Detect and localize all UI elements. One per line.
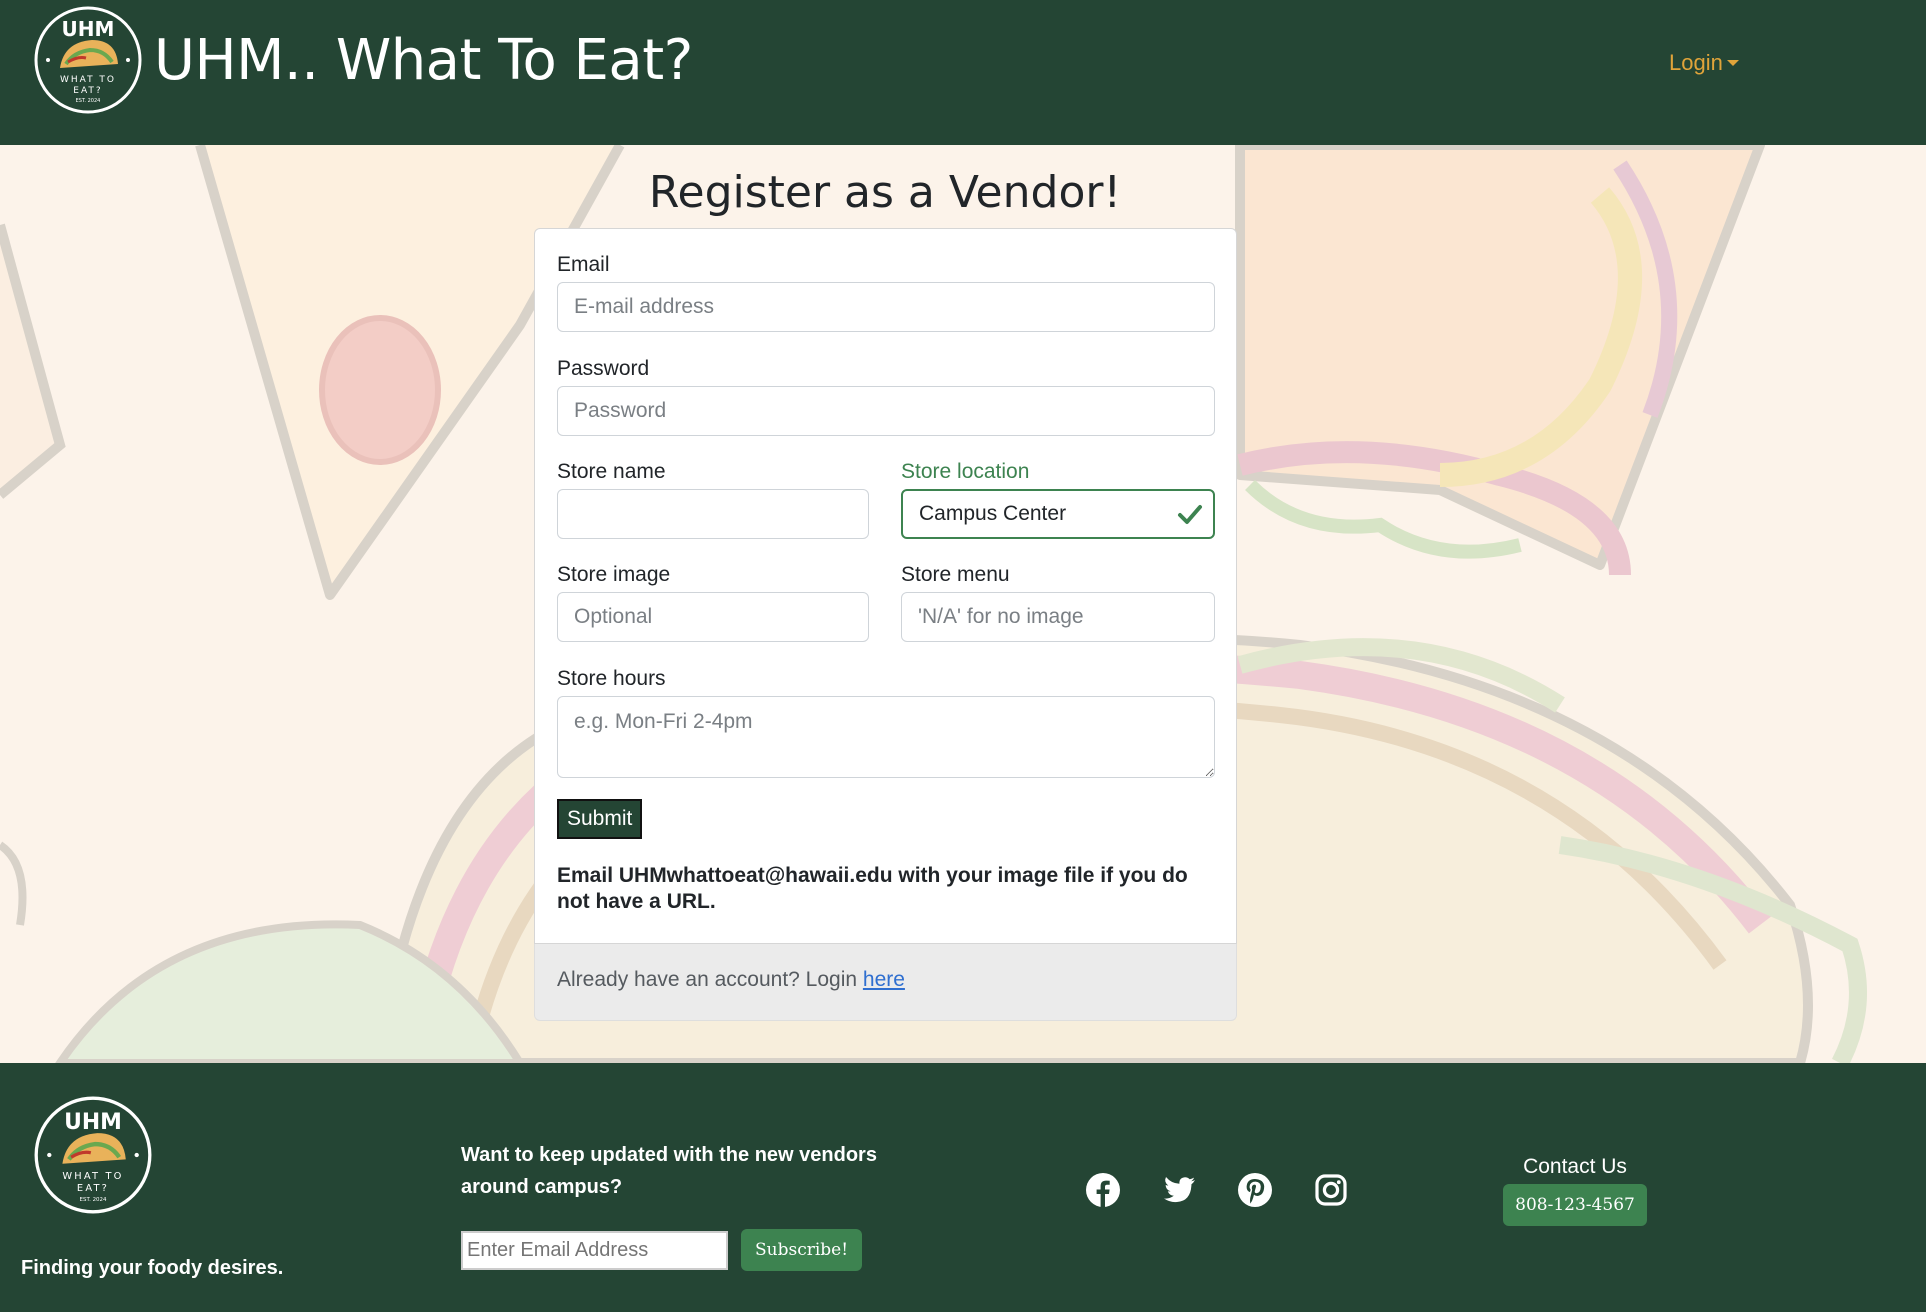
subscribe-button[interactable]: Subscribe! [741,1229,863,1271]
newsletter-email-input[interactable] [461,1231,728,1270]
main-content: Register as a Vendor! Email Password Sto… [0,145,1926,1063]
password-label: Password [557,357,650,380]
newsletter-prompt: Want to keep updated with the new vendor… [461,1144,877,1198]
store-menu-label: Store menu [901,563,1010,586]
instagram-icon[interactable] [1312,1171,1350,1209]
svg-text:EST. 2024: EST. 2024 [76,98,101,104]
store-location-label: Store location [901,460,1030,483]
login-label: Login [1669,50,1723,75]
store-image-field[interactable] [557,592,869,642]
store-location-field[interactable] [901,489,1215,539]
page-title: Register as a Vendor! [648,167,1122,218]
login-prompt: Already have an account? Login here [557,968,905,992]
store-hours-label: Store hours [557,667,666,690]
store-image-label: Store image [557,563,671,586]
footer-tagline: Finding your foody desires. [21,1257,284,1279]
login-here-link[interactable]: here [863,968,905,991]
uhm-logo-icon: UHM WHAT TO EAT? EST. 2024 [34,1096,152,1214]
svg-text:WHAT TO: WHAT TO [60,75,116,85]
store-hours-field[interactable] [557,696,1215,778]
pinterest-icon[interactable] [1236,1171,1274,1209]
contact-us-heading: Contact Us [1523,1155,1627,1178]
store-name-field[interactable] [557,489,869,539]
site-footer: UHM WHAT TO EAT? EST. 2024 Finding your … [0,1063,1926,1312]
svg-text:EAT?: EAT? [73,86,102,96]
twitter-icon[interactable] [1160,1171,1198,1209]
submit-button[interactable]: Submit [557,799,643,839]
phone-number-badge[interactable]: 808-123-4567 [1503,1184,1647,1226]
card-footer: Already have an account? Login here [534,944,1237,1021]
email-label: Email [557,253,610,276]
email-field[interactable] [557,282,1215,332]
caret-down-icon [1726,60,1739,66]
svg-text:UHM: UHM [62,17,115,41]
store-name-label: Store name [557,460,666,483]
svg-text:EST. 2024: EST. 2024 [80,1197,107,1203]
password-field[interactable] [557,386,1215,436]
register-form: Email Password Store name Store location… [534,228,1237,944]
svg-text:UHM: UHM [64,1110,122,1135]
login-dropdown[interactable]: Login [1669,50,1739,76]
svg-text:WHAT TO: WHAT TO [62,1171,123,1182]
image-email-info: Email UHMwhattoeat@hawaii.edu with your … [557,864,1188,913]
navbar: UHM WHAT TO EAT? EST. 2024 UHM.. What To… [0,0,1926,145]
register-card: Email Password Store name Store location… [534,228,1237,1063]
facebook-icon[interactable] [1084,1171,1122,1209]
login-prompt-text: Already have an account? Login [557,968,863,991]
app-title[interactable]: UHM.. What To Eat? [154,28,693,93]
uhm-logo-icon[interactable]: UHM WHAT TO EAT? EST. 2024 [34,6,142,114]
store-menu-field[interactable] [901,592,1215,642]
valid-check-icon [1178,505,1202,524]
svg-text:EAT?: EAT? [77,1183,109,1194]
